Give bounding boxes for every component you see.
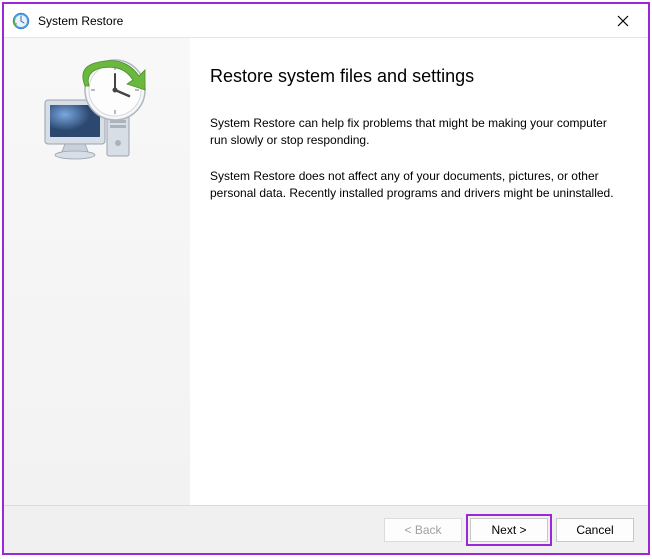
titlebar: System Restore (4, 4, 648, 38)
cancel-button[interactable]: Cancel (556, 518, 634, 542)
main-content: Restore system files and settings System… (190, 38, 648, 505)
system-restore-window: System Restore (2, 2, 650, 555)
window-title: System Restore (38, 14, 600, 28)
next-button[interactable]: Next > (470, 518, 548, 542)
system-restore-icon (12, 12, 30, 30)
content-area: Restore system files and settings System… (4, 38, 648, 505)
footer: < Back Next > Cancel (4, 505, 648, 553)
description-paragraph-2: System Restore does not affect any of yo… (210, 168, 616, 203)
close-icon (617, 15, 629, 27)
restore-illustration (37, 58, 157, 168)
close-button[interactable] (600, 5, 646, 37)
sidebar (4, 38, 190, 505)
back-button[interactable]: < Back (384, 518, 462, 542)
page-heading: Restore system files and settings (210, 66, 616, 87)
description-paragraph-1: System Restore can help fix problems tha… (210, 115, 616, 150)
